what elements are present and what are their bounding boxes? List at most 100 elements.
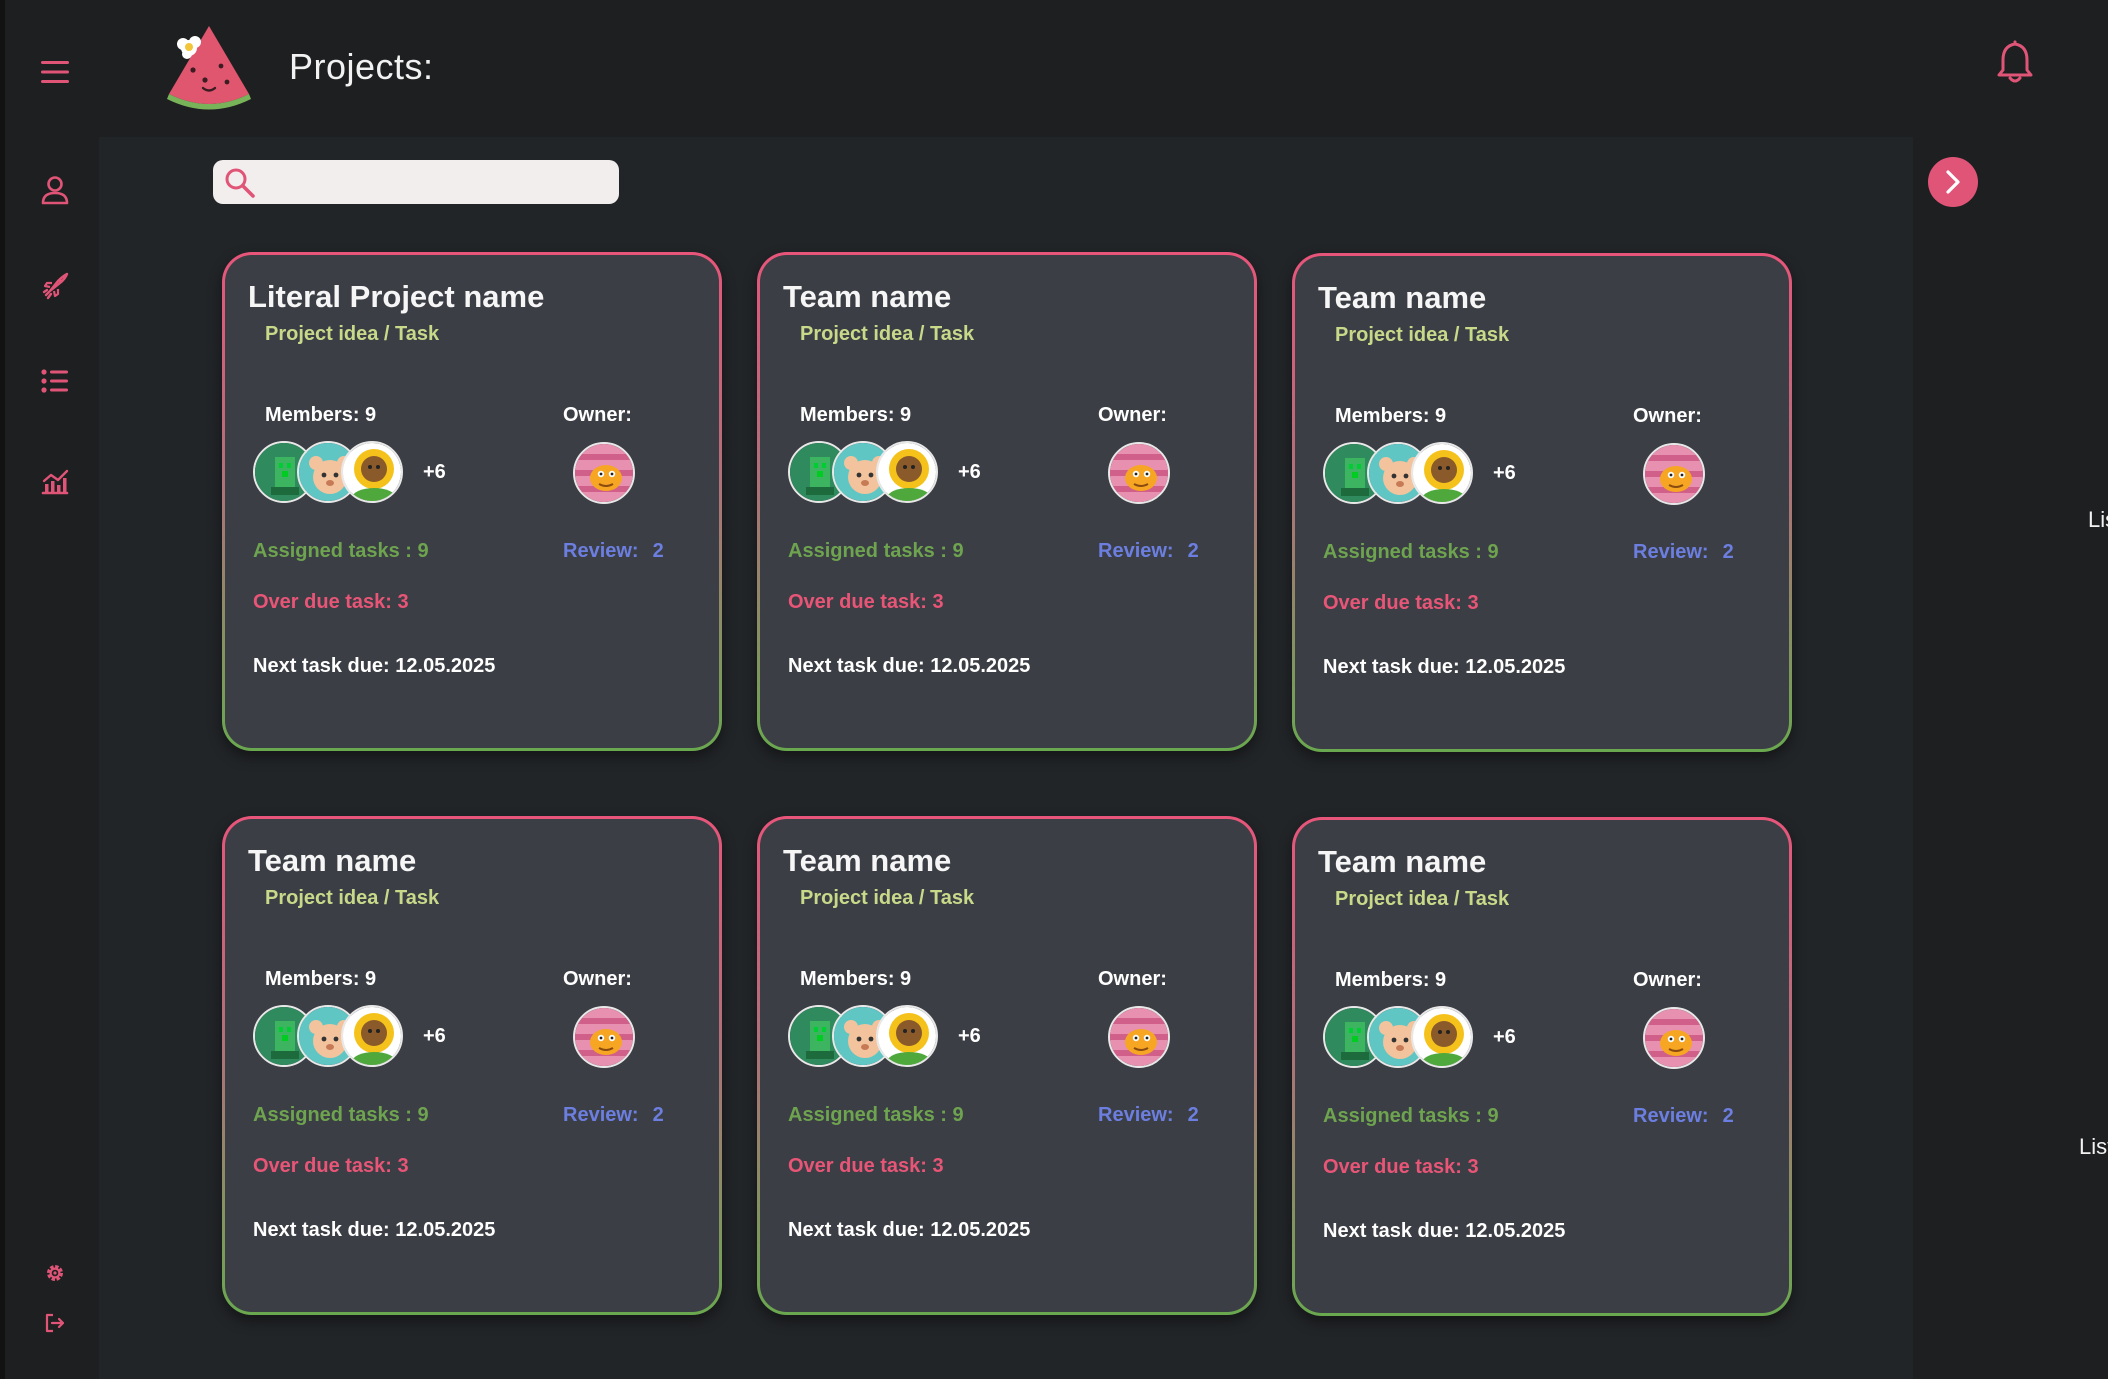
project-card[interactable]: Team name Project idea / Task Members: 9 Ow… <box>757 252 1257 751</box>
card-title: Team name <box>248 843 417 878</box>
members-label: Members: 9 <box>265 968 377 990</box>
next-task-due: Next task due: 12.05.2025 <box>1323 656 1566 678</box>
members-label: Members: 9 <box>800 404 912 426</box>
next-task-due: Next task due: 12.05.2025 <box>788 1219 1031 1241</box>
review-value: 2 <box>1722 1105 1734 1127</box>
owner-avatar[interactable] <box>1108 442 1170 504</box>
member-avatars[interactable] <box>788 1005 938 1067</box>
next-task-due: Next task due: 12.05.2025 <box>253 1219 496 1241</box>
card-title: Team name <box>783 279 952 314</box>
right-panel-list-label: Lis <box>2088 507 2108 532</box>
assigned-tasks: Assigned tasks : 9 <box>788 540 964 562</box>
members-label: Members: 9 <box>265 404 377 426</box>
assigned-tasks: Assigned tasks : 9 <box>253 540 429 562</box>
overdue-tasks: Over due task: 3 <box>788 1155 944 1177</box>
avatar <box>1411 442 1473 504</box>
next-task-due: Next task due: 12.05.2025 <box>788 655 1031 677</box>
review-value: 2 <box>1187 540 1199 562</box>
assigned-tasks: Assigned tasks : 9 <box>1323 541 1499 563</box>
review-count: Review: 2 <box>1633 541 1734 564</box>
review-count: Review: 2 <box>563 1104 664 1127</box>
top-bar: Projects: <box>99 0 2108 137</box>
review-label: Review: <box>563 1104 639 1126</box>
card-title: Literal Project name <box>248 279 545 314</box>
overdue-tasks: Over due task: 3 <box>788 591 944 613</box>
owner-label: Owner: <box>1098 404 1167 426</box>
avatar <box>876 1005 938 1067</box>
user-icon[interactable] <box>5 170 104 210</box>
card-title: Team name <box>1318 844 1487 879</box>
review-value: 2 <box>652 1104 664 1126</box>
more-members-count[interactable]: +6 <box>958 1025 981 1048</box>
page-title: Projects: <box>289 46 434 87</box>
review-count: Review: 2 <box>1633 1105 1734 1128</box>
owner-avatar[interactable] <box>1108 1006 1170 1068</box>
search-icon <box>225 168 255 198</box>
member-avatars[interactable] <box>788 441 938 503</box>
members-label: Members: 9 <box>1335 405 1447 427</box>
owner-avatar[interactable] <box>1643 443 1705 505</box>
hamburger-menu-icon[interactable] <box>5 50 104 94</box>
review-count: Review: 2 <box>563 540 664 563</box>
list-icon[interactable] <box>5 361 104 401</box>
members-label: Members: 9 <box>1335 969 1447 991</box>
card-subtitle: Project idea / Task <box>800 323 975 345</box>
owner-label: Owner: <box>563 968 632 990</box>
owner-avatar[interactable] <box>573 442 635 504</box>
more-members-count[interactable]: +6 <box>958 461 981 484</box>
search-bar[interactable] <box>213 160 619 204</box>
owner-avatar[interactable] <box>573 1006 635 1068</box>
review-label: Review: <box>1633 541 1709 563</box>
avatar <box>341 1005 403 1067</box>
review-label: Review: <box>1098 540 1174 562</box>
more-members-count[interactable]: +6 <box>1493 462 1516 485</box>
project-card[interactable]: Team name Project idea / Task Members: 9 Ow… <box>222 816 722 1315</box>
members-label: Members: 9 <box>800 968 912 990</box>
next-task-due: Next task due: 12.05.2025 <box>1323 1220 1566 1242</box>
card-subtitle: Project idea / Task <box>1335 324 1510 346</box>
gear-icon[interactable] <box>5 1258 104 1288</box>
chart-icon[interactable] <box>5 462 104 502</box>
review-label: Review: <box>1098 1104 1174 1126</box>
overdue-tasks: Over due task: 3 <box>1323 1156 1479 1178</box>
avatar <box>1411 1006 1473 1068</box>
card-subtitle: Project idea / Task <box>265 323 440 345</box>
review-label: Review: <box>1633 1105 1709 1127</box>
card-subtitle: Project idea / Task <box>1335 888 1510 910</box>
project-card[interactable]: Literal Project name Project idea / Task M… <box>222 252 722 751</box>
owner-label: Owner: <box>1633 969 1702 991</box>
chevron-right-icon[interactable] <box>1928 157 1978 207</box>
rocket-icon[interactable] <box>5 266 104 306</box>
review-count: Review: 2 <box>1098 540 1199 563</box>
sidebar <box>0 0 99 1379</box>
more-members-count[interactable]: +6 <box>423 461 446 484</box>
next-task-due: Next task due: 12.05.2025 <box>253 655 496 677</box>
more-members-count[interactable]: +6 <box>1493 1026 1516 1049</box>
review-label: Review: <box>563 540 639 562</box>
main-content: Literal Project name Project idea / Task M… <box>99 137 1913 1379</box>
member-avatars[interactable] <box>253 1005 403 1067</box>
more-members-count[interactable]: +6 <box>423 1025 446 1048</box>
owner-avatar[interactable] <box>1643 1007 1705 1069</box>
project-card[interactable]: Team name Project idea / Task Members: 9 Ow… <box>1292 817 1792 1316</box>
right-panel-list-label: List <box>2079 1134 2108 1159</box>
project-card[interactable]: Team name Project idea / Task Members: 9 Ow… <box>757 816 1257 1315</box>
overdue-tasks: Over due task: 3 <box>253 1155 409 1177</box>
avatar <box>341 441 403 503</box>
member-avatars[interactable] <box>1323 442 1473 504</box>
right-panel: Lis List <box>1913 137 2108 1379</box>
owner-label: Owner: <box>563 404 632 426</box>
member-avatars[interactable] <box>253 441 403 503</box>
watermelon-logo <box>163 22 255 112</box>
project-card[interactable]: Team name Project idea / Task Members: 9 Ow… <box>1292 253 1792 752</box>
assigned-tasks: Assigned tasks : 9 <box>788 1104 964 1126</box>
logout-icon[interactable] <box>5 1308 104 1338</box>
avatar <box>876 441 938 503</box>
card-subtitle: Project idea / Task <box>800 887 975 909</box>
card-subtitle: Project idea / Task <box>265 887 440 909</box>
search-input[interactable] <box>265 166 605 198</box>
bell-icon[interactable] <box>1997 40 2033 89</box>
card-title: Team name <box>1318 280 1487 315</box>
member-avatars[interactable] <box>1323 1006 1473 1068</box>
owner-label: Owner: <box>1098 968 1167 990</box>
